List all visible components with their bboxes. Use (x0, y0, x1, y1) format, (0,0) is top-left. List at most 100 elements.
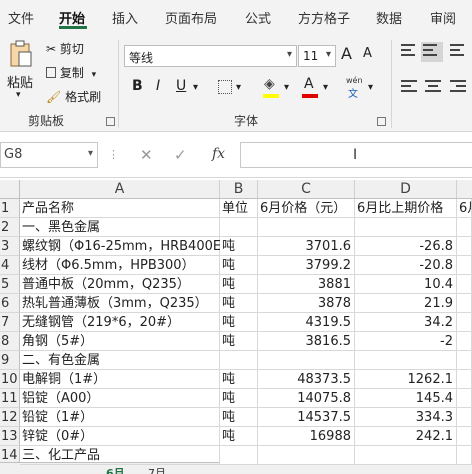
cell-c[interactable]: 16988 (258, 427, 355, 446)
column-header-c[interactable]: C (258, 180, 355, 199)
row-header[interactable]: 6 (0, 294, 20, 313)
align-left-icon[interactable] (401, 80, 419, 96)
row-header[interactable]: 1 (0, 199, 20, 218)
borders-icon[interactable] (218, 80, 232, 94)
align-bottom-icon[interactable] (450, 44, 468, 60)
cell-c[interactable]: 3816.5 (258, 332, 355, 351)
select-all-corner[interactable] (0, 180, 20, 199)
cell-b[interactable]: 吨 (220, 408, 258, 427)
cell-b[interactable]: 吨 (220, 313, 258, 332)
cell-b[interactable]: 单位 (220, 199, 258, 218)
italic-button[interactable]: I (156, 78, 160, 94)
cell-b[interactable]: 吨 (220, 256, 258, 275)
row-header[interactable]: 2 (0, 218, 20, 237)
cell-b[interactable]: 吨 (220, 275, 258, 294)
format-painter-button[interactable]: 🖌 格式刷 (46, 88, 101, 105)
cell-e[interactable] (457, 218, 472, 237)
cell-e[interactable] (457, 446, 472, 465)
align-center-icon[interactable] (425, 80, 443, 96)
cell-e[interactable] (457, 370, 472, 389)
cell-b[interactable]: 吨 (220, 237, 258, 256)
cell-e[interactable] (457, 256, 472, 275)
row-header[interactable]: 5 (0, 275, 20, 294)
bold-button[interactable]: B (132, 78, 143, 94)
column-header-b[interactable]: B (220, 180, 258, 199)
cell-d[interactable]: 6月比上期价格 (355, 199, 457, 218)
tab-review[interactable]: 审阅 (430, 8, 456, 27)
row-header[interactable]: 12 (0, 408, 20, 427)
cell-d[interactable]: 145.4 (355, 389, 457, 408)
cell-d[interactable]: 34.2 (355, 313, 457, 332)
cell-a[interactable]: 一、黑色金属 (20, 218, 220, 237)
cell-a[interactable]: 产品名称 (20, 199, 220, 218)
tab-formulas[interactable]: 公式 (245, 8, 271, 27)
sheet-tab-jul[interactable]: 7月 (148, 465, 166, 474)
cell-d[interactable] (355, 446, 457, 465)
chevron-down-icon[interactable]: ▾ (193, 82, 198, 93)
cell-a[interactable]: 三、化工产品 (20, 446, 220, 465)
underline-button[interactable]: U (176, 78, 186, 94)
cell-c[interactable]: 14537.5 (258, 408, 355, 427)
cell-a[interactable]: 电解铜（1#） (20, 370, 220, 389)
cell-c[interactable]: 3878 (258, 294, 355, 313)
cell-d[interactable]: -20.8 (355, 256, 457, 275)
cell-c[interactable] (258, 218, 355, 237)
cell-b[interactable] (220, 446, 258, 465)
cell-b[interactable]: 吨 (220, 389, 258, 408)
cell-b[interactable] (220, 351, 258, 370)
cell-a[interactable]: 热轧普通薄板（3mm，Q235） (20, 294, 220, 313)
cell-d[interactable]: 334.3 (355, 408, 457, 427)
row-header[interactable]: 11 (0, 389, 20, 408)
cell-b[interactable]: 吨 (220, 427, 258, 446)
cell-e[interactable] (457, 389, 472, 408)
sheet-tab-jun[interactable]: 6月 (106, 465, 125, 474)
cell-c[interactable]: 14075.8 (258, 389, 355, 408)
chevron-down-icon[interactable]: ▾ (323, 82, 328, 93)
cell-b[interactable]: 吨 (220, 332, 258, 351)
cell-c[interactable] (258, 446, 355, 465)
cell-d[interactable] (355, 351, 457, 370)
cell-d[interactable]: 21.9 (355, 294, 457, 313)
name-box[interactable]: G8 ▾ (0, 142, 98, 168)
insert-function-icon[interactable]: fx (212, 146, 225, 162)
cell-d[interactable]: 242.1 (355, 427, 457, 446)
cell-a[interactable]: 线材（Φ6.5mm，HPB300） (20, 256, 220, 275)
tab-data[interactable]: 数据 (376, 8, 402, 27)
formula-input[interactable]: I (240, 142, 472, 168)
cell-d[interactable]: -26.8 (355, 237, 457, 256)
font-launcher-icon[interactable] (377, 117, 386, 126)
row-header[interactable]: 8 (0, 332, 20, 351)
cell-b[interactable]: 吨 (220, 370, 258, 389)
cell-c[interactable]: 3799.2 (258, 256, 355, 275)
cell-e[interactable] (457, 332, 472, 351)
chevron-down-icon[interactable]: ▾ (236, 82, 241, 93)
cell-a[interactable]: 铅锭（1#） (20, 408, 220, 427)
cell-a[interactable]: 普通中板（20mm，Q235） (20, 275, 220, 294)
chevron-down-icon[interactable]: ▾ (284, 82, 289, 93)
cell-a[interactable]: 二、有色金属 (20, 351, 220, 370)
cell-c[interactable]: 3881 (258, 275, 355, 294)
row-header[interactable]: 4 (0, 256, 20, 275)
cell-e[interactable] (457, 294, 472, 313)
cell-c[interactable]: 6月价格（元） (258, 199, 355, 218)
cell-b[interactable] (220, 218, 258, 237)
align-right-icon[interactable] (450, 80, 468, 96)
cell-e[interactable] (457, 275, 472, 294)
grow-font-icon[interactable]: A (341, 44, 352, 63)
cell-d[interactable] (355, 218, 457, 237)
tab-page-layout[interactable]: 页面布局 (165, 8, 217, 27)
font-size-select[interactable]: 11 ▾ (298, 45, 336, 67)
fill-color-icon[interactable]: ◈ (264, 76, 275, 92)
cut-button[interactable]: ✂ 剪切 (46, 40, 84, 57)
cell-d[interactable]: 1262.1 (355, 370, 457, 389)
cell-c[interactable] (258, 351, 355, 370)
cell-b[interactable]: 吨 (220, 294, 258, 313)
cell-a[interactable]: 铝锭（A00） (20, 389, 220, 408)
column-header-e[interactable] (457, 180, 472, 199)
cell-a[interactable]: 无缝钢管（219*6，20#） (20, 313, 220, 332)
cell-d[interactable]: -2 (355, 332, 457, 351)
cancel-icon[interactable]: ✕ (140, 146, 153, 164)
align-middle-icon[interactable] (421, 42, 443, 62)
cell-a[interactable]: 螺纹钢（Φ16-25mm，HRB400E） (20, 237, 234, 256)
shrink-font-icon[interactable]: A (363, 46, 372, 61)
